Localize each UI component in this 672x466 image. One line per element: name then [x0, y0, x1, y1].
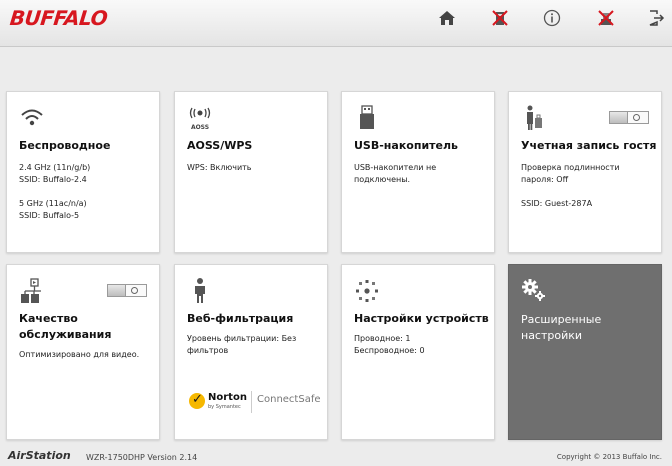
- guest-auth-line-2: пароля: Off: [521, 175, 569, 184]
- usb-drive-icon: [354, 104, 380, 132]
- logout-icon[interactable]: [646, 8, 666, 28]
- usb-status-line-1: USB-накопители не: [354, 163, 437, 172]
- buffalo-logo: BUFFALO: [8, 6, 109, 30]
- tile-title: Расширенные настройки: [521, 313, 602, 342]
- usb-off-icon[interactable]: [596, 8, 616, 28]
- tile-usb[interactable]: USB-накопитель USB-накопители не подключ…: [341, 91, 495, 253]
- guest-ssid: SSID: Guest-287A: [521, 199, 593, 208]
- norton-sub-label: by Symantec: [208, 404, 241, 410]
- tile-title: Учетная запись гостя: [521, 139, 657, 152]
- aoss-icon-label: AOSS: [191, 124, 209, 131]
- tile-title: Веб-фильтрация: [187, 312, 294, 325]
- top-bar: BUFFALO: [0, 0, 672, 47]
- aoss-icon: AOSS: [187, 104, 213, 132]
- guest-luggage-icon: [521, 104, 547, 132]
- toggle-knob: [108, 285, 126, 296]
- tile-title: USB-накопитель: [354, 139, 459, 152]
- tile-description: USB-накопители не подключены.: [354, 162, 492, 186]
- qos-status: Оптимизировано для видео.: [19, 350, 140, 359]
- qos-toggle-switch[interactable]: [107, 284, 147, 297]
- person-icon: [187, 277, 213, 305]
- filter-level-line-1: Уровень фильтрации: Без: [187, 334, 297, 343]
- toggle-knob: [610, 112, 628, 123]
- tile-title: Качество обслуживания: [19, 312, 112, 341]
- filter-level-line-2: фильтров: [187, 346, 229, 355]
- airstation-logo: AirStation: [8, 449, 71, 462]
- tile-title: AOSS/WPS: [187, 139, 253, 152]
- guest-toggle-switch[interactable]: [609, 111, 649, 124]
- wireless-count: Беспроводное: 0: [354, 346, 425, 355]
- wifi-icon: [19, 104, 45, 132]
- info-icon[interactable]: [542, 8, 562, 28]
- qos-network-icon: [19, 277, 45, 305]
- tile-guest-account[interactable]: Учетная запись гостя Проверка подлинност…: [508, 91, 662, 253]
- tile-aoss-wps[interactable]: AOSS AOSS/WPS WPS: Включить: [174, 91, 328, 253]
- tile-description: Проверка подлинности пароля: Off SSID: G…: [521, 162, 659, 210]
- tile-description: Уровень фильтрации: Без фильтров: [187, 333, 325, 357]
- tile-description: WPS: Включить: [187, 162, 325, 174]
- tile-description: Оптимизировано для видео.: [19, 349, 157, 361]
- tile-wireless[interactable]: Беспроводное 2.4 GHz (11n/g/b) SSID: Buf…: [6, 91, 160, 253]
- tile-description: 2.4 GHz (11n/g/b) SSID: Buffalo-2.4 5 GH…: [19, 162, 157, 222]
- model-version: WZR-1750DHP Version 2.14: [86, 453, 198, 462]
- toggle-off-indicator: [131, 287, 138, 294]
- devices-cluster-icon: [354, 277, 380, 305]
- wireless-5-mode: 5 GHz (11ac/n/a): [19, 199, 87, 208]
- logo-divider: [251, 391, 252, 413]
- wps-status: WPS: Включить: [187, 163, 252, 172]
- tile-description: Проводное: 1 Беспроводное: 0: [354, 333, 492, 357]
- tile-title: Настройки устройств: [354, 312, 489, 325]
- wireless-24-ssid: SSID: Buffalo-2.4: [19, 175, 87, 184]
- wireless-5-ssid: SSID: Buffalo-5: [19, 211, 80, 220]
- tile-title: Беспроводное: [19, 139, 111, 152]
- tile-web-filtering[interactable]: Веб-фильтрация Уровень фильтрации: Без ф…: [174, 264, 328, 440]
- gears-icon: [521, 277, 547, 305]
- connectsafe-label: ConnectSafe: [257, 394, 321, 405]
- wireless-24-mode: 2.4 GHz (11n/g/b): [19, 163, 91, 172]
- guest-auth-line-1: Проверка подлинности: [521, 163, 620, 172]
- tile-advanced-settings[interactable]: Расширенные настройки: [508, 264, 662, 440]
- norton-label: Norton: [208, 392, 247, 403]
- toggle-off-indicator: [633, 114, 640, 121]
- footer: AirStation WZR-1750DHP Version 2.14 Copy…: [0, 448, 672, 466]
- tile-device-settings[interactable]: Настройки устройств Проводное: 1 Беспров…: [341, 264, 495, 440]
- norton-connectsafe-logo: Norton by Symantec ConnectSafe: [187, 389, 323, 419]
- usb-status-line-2: подключены.: [354, 175, 411, 184]
- wired-count: Проводное: 1: [354, 334, 411, 343]
- wireless-off-icon[interactable]: [490, 8, 510, 28]
- norton-check-icon: [189, 392, 205, 409]
- tile-qos[interactable]: Качество обслуживания Оптимизировано для…: [6, 264, 160, 440]
- home-icon[interactable]: [437, 8, 457, 28]
- copyright: Copyright © 2013 Buffalo Inc.: [556, 453, 662, 461]
